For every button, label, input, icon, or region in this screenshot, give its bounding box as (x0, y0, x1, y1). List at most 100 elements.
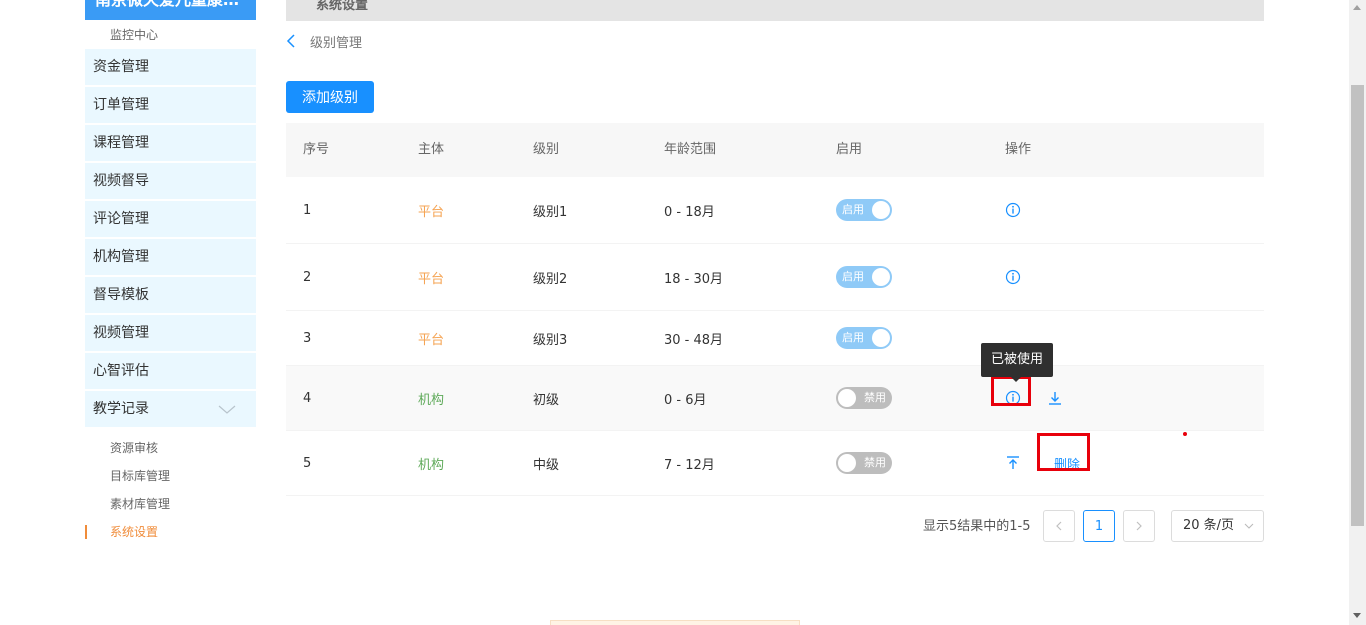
cell-subject: 机构 (418, 392, 445, 408)
table-row: 5 机构 中级 7 - 12月 禁用 删除 (286, 431, 1264, 496)
column-header-index: 序号 (303, 142, 330, 157)
cell-level: 初级 (533, 392, 560, 408)
next-page-button[interactable] (1123, 510, 1155, 542)
cell-level: 中级 (533, 457, 560, 473)
sidebar-item-funds[interactable]: 资金管理 (85, 49, 256, 85)
sidebar-item-supervision-templates[interactable]: 督导模板 (85, 277, 256, 313)
annotation-dot (1183, 432, 1187, 436)
cell-age-range: 0 - 6月 (664, 392, 707, 408)
cell-age-range: 30 - 48月 (664, 332, 724, 348)
table-row: 3 平台 级别3 30 - 48月 启用 (286, 311, 1264, 366)
bottom-notice-edge (550, 620, 800, 625)
breadcrumb[interactable]: 级别管理 (286, 31, 362, 51)
sidebar-subitem-resource-review[interactable]: 资源审核 (85, 434, 256, 462)
toggle-knob (838, 454, 856, 472)
delete-action[interactable]: 删除 (1037, 432, 1090, 473)
column-header-age-range: 年龄范围 (664, 142, 717, 157)
scroll-down-arrow[interactable] (1353, 613, 1361, 618)
info-action[interactable] (991, 376, 1031, 406)
prev-page-button[interactable] (1043, 510, 1075, 542)
sidebar-item-teaching-records[interactable]: 教学记录 (85, 391, 256, 427)
enable-toggle[interactable]: 禁用 (836, 452, 892, 474)
cell-subject: 平台 (418, 271, 445, 287)
page-header: 系统设置 (286, 0, 1264, 21)
cell-enabled: 禁用 (836, 366, 892, 430)
cell-index: 4 (303, 390, 312, 406)
page-size-select[interactable]: 20 条/页 (1171, 510, 1264, 542)
sidebar-item-label: 课程管理 (93, 135, 149, 151)
chevron-left-icon (1056, 521, 1062, 531)
sidebar-menu: 资金管理 订单管理 课程管理 视频督导 评论管理 机构管理 督导模板 视频管理 … (85, 49, 256, 429)
sidebar-item-comments[interactable]: 评论管理 (85, 201, 256, 237)
cell-enabled: 禁用 (836, 431, 892, 495)
page-header-title: 系统设置 (316, 0, 369, 13)
sidebar-item-label: 视频督导 (93, 173, 149, 189)
scroll-up-arrow[interactable] (1353, 5, 1361, 10)
toggle-label: 启用 (842, 331, 864, 344)
sidebar-item-label: 评论管理 (93, 211, 149, 227)
page-scrollbar[interactable] (1349, 0, 1366, 625)
toggle-label: 禁用 (864, 391, 886, 404)
add-level-button[interactable]: 添加级别 (286, 81, 374, 113)
pagination-summary: 显示5结果中的1-5 (923, 519, 1031, 534)
cell-actions: 删除 (1005, 431, 1090, 495)
enable-toggle[interactable]: 启用 (836, 327, 892, 349)
chevron-left-icon[interactable] (286, 34, 296, 48)
sidebar-item-videos[interactable]: 视频管理 (85, 315, 256, 351)
table-row: 4 机构 初级 0 - 6月 禁用 (286, 366, 1264, 431)
enable-toggle[interactable]: 启用 (836, 266, 892, 288)
toggle-label: 启用 (842, 203, 864, 216)
cell-age-range: 18 - 30月 (664, 271, 724, 287)
cell-actions (1005, 244, 1021, 310)
scroll-thumb[interactable] (1351, 85, 1364, 526)
table-row: 1 平台 级别1 0 - 18月 启用 (286, 177, 1264, 244)
cell-enabled: 启用 (836, 177, 892, 243)
chevron-down-icon (1244, 523, 1254, 529)
column-header-enabled: 启用 (836, 142, 863, 157)
toggle-label: 禁用 (864, 456, 886, 469)
toggle-knob (872, 329, 890, 347)
column-header-level: 级别 (533, 142, 560, 157)
sidebar-item-label: 订单管理 (93, 97, 149, 113)
sidebar-subitem-material-library[interactable]: 素材库管理 (85, 490, 256, 518)
sidebar: 南京微天爱儿童康… 监控中心 资金管理 订单管理 课程管理 视频督导 评论管理 … (85, 0, 256, 625)
page-number-button[interactable]: 1 (1083, 510, 1115, 542)
sidebar-item-institutions[interactable]: 机构管理 (85, 239, 256, 275)
sidebar-item-label: 视频管理 (93, 325, 149, 341)
sidebar-item-label: 教学记录 (93, 401, 149, 417)
move-down-icon[interactable] (1047, 390, 1063, 406)
sidebar-item-label: 资金管理 (93, 59, 149, 75)
cell-level: 级别2 (533, 271, 568, 287)
cell-subject: 机构 (418, 457, 445, 473)
cell-enabled: 启用 (836, 311, 892, 365)
breadcrumb-label: 级别管理 (310, 35, 363, 51)
enable-toggle[interactable]: 启用 (836, 199, 892, 221)
info-icon[interactable] (1005, 269, 1021, 285)
sidebar-subitem-goal-library[interactable]: 目标库管理 (85, 462, 256, 490)
sidebar-subitem-system-settings[interactable]: 系统设置 (85, 518, 256, 546)
chevron-down-icon (218, 405, 236, 414)
sidebar-item-mind-assessment[interactable]: 心智评估 (85, 353, 256, 389)
sidebar-item-label: 心智评估 (93, 363, 149, 379)
info-icon[interactable] (1005, 202, 1021, 218)
cell-enabled: 启用 (836, 244, 892, 310)
cell-level: 级别1 (533, 204, 568, 220)
column-header-subject: 主体 (418, 142, 445, 157)
sidebar-item-monitor[interactable]: 监控中心 (110, 26, 158, 43)
enable-toggle[interactable]: 禁用 (836, 387, 892, 409)
toggle-knob (838, 389, 856, 407)
table-row: 2 平台 级别2 18 - 30月 启用 (286, 244, 1264, 311)
column-header-actions: 操作 (1005, 142, 1032, 157)
brand-title: 南京微天爱儿童康… (85, 0, 256, 20)
tooltip: 已被使用 (981, 343, 1053, 382)
sidebar-item-video-supervision[interactable]: 视频督导 (85, 163, 256, 199)
cell-age-range: 0 - 18月 (664, 204, 715, 220)
move-up-icon[interactable] (1005, 455, 1021, 471)
chevron-right-icon (1136, 521, 1142, 531)
sidebar-item-orders[interactable]: 订单管理 (85, 87, 256, 123)
sidebar-item-courses[interactable]: 课程管理 (85, 125, 256, 161)
levels-table: 序号 主体 级别 年龄范围 启用 操作 1 平台 级别1 0 - 18月 启用 … (286, 123, 1264, 496)
highlight-box (1037, 432, 1090, 471)
cell-subject: 平台 (418, 204, 445, 220)
cell-index: 5 (303, 455, 312, 471)
